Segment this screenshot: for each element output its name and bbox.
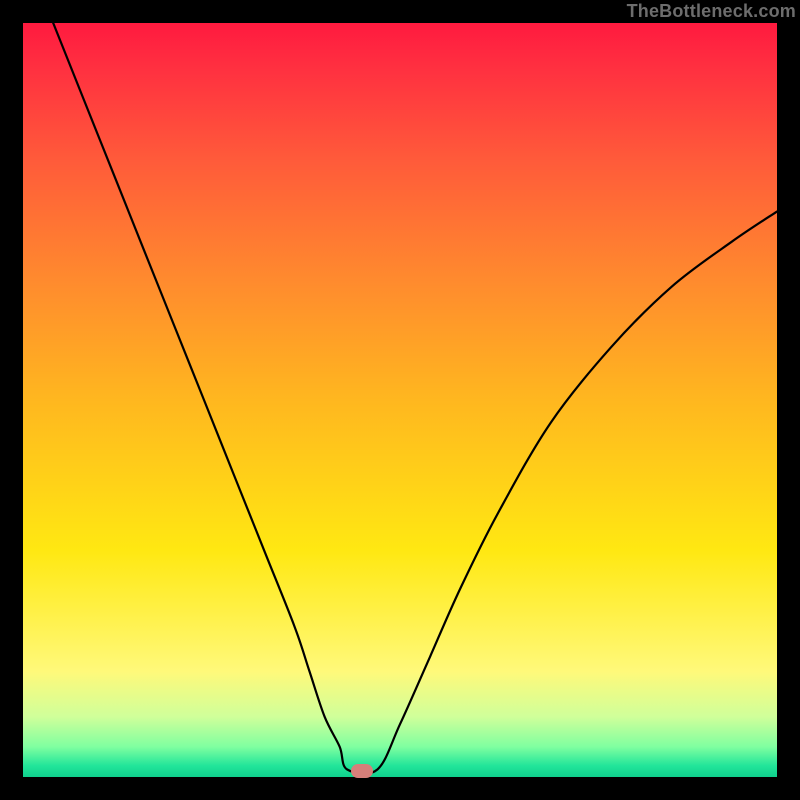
optimum-marker (351, 764, 373, 778)
bottleneck-curve (23, 23, 777, 777)
attribution-label: TheBottleneck.com (627, 0, 796, 23)
plot-area (23, 23, 777, 777)
chart-frame: TheBottleneck.com (0, 0, 800, 800)
